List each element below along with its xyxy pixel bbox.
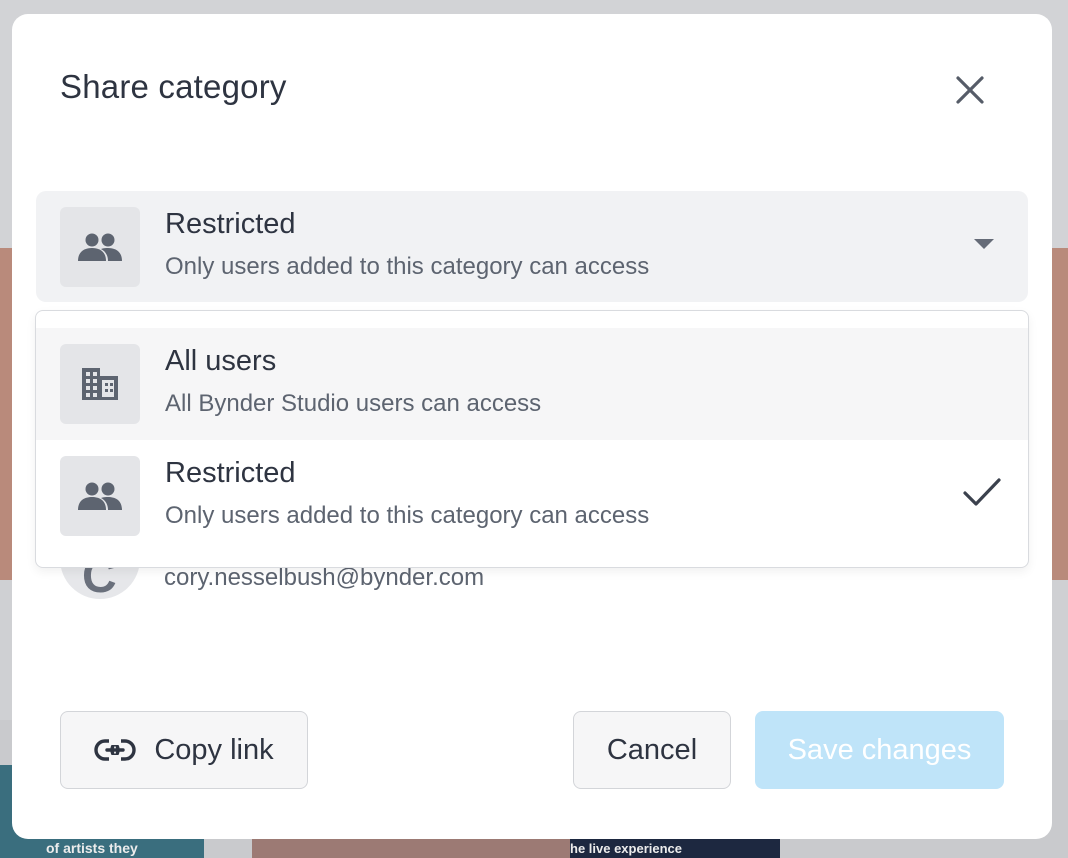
access-level-dropdown: All users All Bynder Studio users can ac… (35, 310, 1029, 568)
option-title: Restricted (165, 457, 296, 489)
member-email: cory.nesselbush@bynder.com (164, 564, 485, 591)
option-title: All users (165, 345, 277, 377)
building-icon (82, 368, 118, 400)
option-restricted[interactable]: Restricted Only users added to this cate… (36, 440, 1028, 552)
save-label: Save changes (787, 733, 972, 766)
share-category-dialog: Share category Restricted Only users add… (12, 14, 1052, 839)
access-level-title: Restricted (165, 208, 296, 240)
option-icon-box (60, 456, 140, 536)
option-description: All Bynder Studio users can access (165, 390, 542, 417)
access-level-select[interactable]: Restricted Only users added to this cate… (36, 191, 1028, 302)
close-button[interactable] (948, 68, 992, 112)
link-icon (94, 739, 137, 761)
access-level-description: Only users added to this category can ac… (165, 253, 650, 280)
access-icon-box (60, 207, 140, 287)
background-card-right (1052, 248, 1068, 580)
people-icon (78, 482, 122, 510)
background-thumbnail-caption: he live experience (570, 841, 683, 856)
cancel-button[interactable]: Cancel (573, 711, 731, 789)
copy-link-label: Copy link (154, 733, 274, 766)
save-changes-button[interactable]: Save changes (755, 711, 1004, 789)
copy-link-button[interactable]: Copy link (60, 711, 308, 789)
caret-down-icon (974, 239, 994, 249)
dialog-title: Share category (60, 68, 287, 105)
option-all-users[interactable]: All users All Bynder Studio users can ac… (36, 328, 1028, 440)
background-thumbnail-caption: of artists they (46, 840, 138, 856)
cancel-label: Cancel (606, 733, 698, 766)
close-icon (956, 76, 984, 104)
checkmark-icon (963, 478, 1001, 506)
option-description: Only users added to this category can ac… (165, 502, 650, 529)
people-icon (78, 233, 122, 261)
option-icon-box (60, 344, 140, 424)
